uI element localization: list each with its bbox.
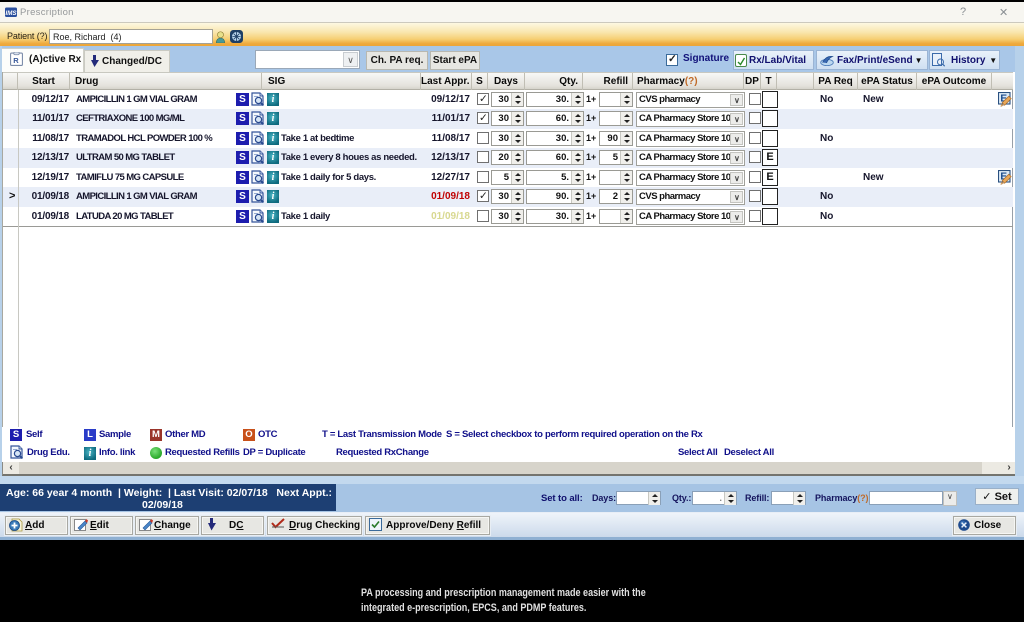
svg-text:R: R bbox=[13, 56, 19, 65]
svg-text:IMS: IMS bbox=[5, 10, 17, 17]
